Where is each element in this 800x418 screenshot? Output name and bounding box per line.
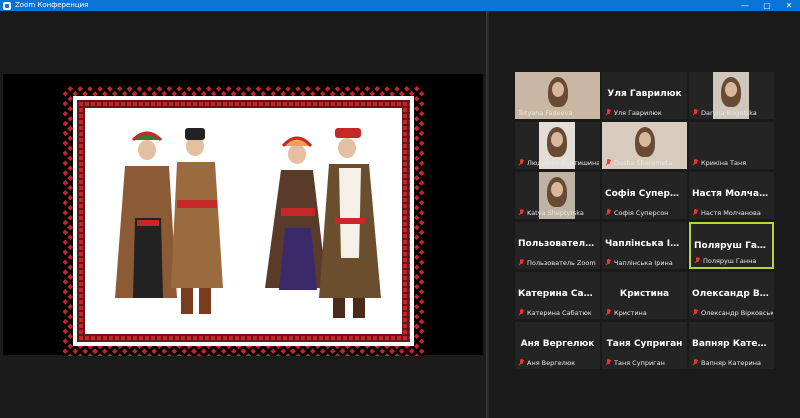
participant-name-label: Уля Гаврилюк xyxy=(614,109,662,117)
participant-tile[interactable]: Софія Суперсон Софія Суперсон xyxy=(602,172,687,219)
muted-mic-icon xyxy=(605,209,611,216)
maximize-button[interactable]: ▢ xyxy=(756,0,778,11)
zoom-app-icon xyxy=(3,1,11,10)
muted-mic-icon xyxy=(692,209,698,216)
folk-costume-illustration xyxy=(85,108,402,334)
participant-name-label: Таня Суприган xyxy=(614,359,665,367)
participant-face xyxy=(725,82,737,97)
participant-tile[interactable]: Аня Вергелюк Аня Вергелюк xyxy=(515,322,600,369)
close-button[interactable]: ✕ xyxy=(778,0,800,11)
participant-name-label: Пользователь Zoom xyxy=(527,259,596,267)
muted-mic-icon xyxy=(692,359,698,366)
participant-name-label: Dasha Sheremeta xyxy=(614,159,673,167)
participant-name-label: Чаплінська Ірина xyxy=(614,259,673,267)
participant-tile[interactable]: Dasha Sheremeta xyxy=(602,122,687,169)
muted-mic-icon xyxy=(605,159,611,166)
participant-name-label: Кристина xyxy=(614,309,647,317)
participant-display-name: Олександр Вірковський xyxy=(692,289,774,299)
participant-name-label: Софія Суперсон xyxy=(614,209,669,217)
participant-display-name: Поляруш Ганна xyxy=(694,241,772,251)
window-titlebar: Zoom Конференция — ▢ ✕ xyxy=(0,0,800,11)
participant-tile[interactable]: Катерина Сабатюк Катерина Сабатюк xyxy=(515,272,600,319)
participant-name-label: Tetyana Fadeeva xyxy=(518,109,573,117)
participant-tile[interactable]: Поляруш Ганна Поляруш Ганна xyxy=(689,222,774,269)
participant-tile[interactable]: Крикіна Таня xyxy=(689,122,774,169)
muted-mic-icon xyxy=(605,109,611,116)
participant-face xyxy=(551,182,563,197)
participant-name-label: Крикіна Таня xyxy=(701,159,747,167)
participant-display-name: Настя Молчанова xyxy=(692,189,774,199)
participant-display-name: Вапняр Катерина xyxy=(692,339,774,349)
muted-mic-icon xyxy=(692,159,698,166)
participant-display-name: Аня Вергелюк xyxy=(520,339,595,349)
minimize-button[interactable]: — xyxy=(734,0,756,11)
participant-name-label: Аня Вергелюк xyxy=(527,359,576,367)
participant-tile[interactable]: Людмила Войтишина xyxy=(515,122,600,169)
window-title: Zoom Конференция xyxy=(15,1,89,9)
participant-name-label: Людмила Войтишина xyxy=(527,159,599,167)
participant-display-name: Кристина xyxy=(619,289,670,299)
participant-tile[interactable]: Таня Суприган Таня Суприган xyxy=(602,322,687,369)
participant-face xyxy=(551,82,564,97)
participant-tile[interactable]: Настя Молчанова Настя Молчанова xyxy=(689,172,774,219)
participant-tile[interactable]: Пользователь Zoom Пользователь Zoom xyxy=(515,222,600,269)
participant-tile[interactable]: Уля Гаврилюк Уля Гаврилюк xyxy=(602,72,687,119)
muted-mic-icon xyxy=(518,359,524,366)
panel-divider[interactable] xyxy=(486,11,489,418)
participant-display-name: Чаплінська Ірина xyxy=(605,239,687,249)
folk-figures-drawing xyxy=(115,128,381,318)
muted-mic-icon xyxy=(605,359,611,366)
participant-name-label: Катерина Сабатюк xyxy=(527,309,592,317)
muted-mic-icon xyxy=(692,109,698,116)
participant-tile[interactable]: Олександр Вірковський Олександр Вірковськ… xyxy=(689,272,774,319)
muted-mic-icon xyxy=(692,309,698,316)
participant-name-label: Настя Молчанова xyxy=(701,209,761,217)
participant-tile[interactable]: Tetyana Fadeeva xyxy=(515,72,600,119)
participant-tile[interactable]: Katya Sheptytska xyxy=(515,172,600,219)
muted-mic-icon xyxy=(605,259,611,266)
muted-mic-icon xyxy=(694,257,700,264)
participant-face xyxy=(638,132,651,147)
participant-display-name: Катерина Сабатюк xyxy=(518,289,600,299)
muted-mic-icon xyxy=(518,209,524,216)
shared-image-ukrainian-folk-costumes xyxy=(63,86,424,356)
muted-mic-icon xyxy=(518,309,524,316)
participant-name-label: Вапняр Катерина xyxy=(701,359,762,367)
participant-display-name: Софія Суперсон xyxy=(605,189,687,199)
participant-tile[interactable]: Вапняр Катерина Вапняр Катерина xyxy=(689,322,774,369)
participant-name-label: Katya Sheptytska xyxy=(527,209,584,217)
participant-display-name: Пользователь Zoom xyxy=(518,239,600,249)
participant-display-name: Таня Суприган xyxy=(606,339,683,349)
participant-tile[interactable]: Daryna Bogotska xyxy=(689,72,774,119)
participant-name-label: Daryna Bogotska xyxy=(701,109,757,117)
muted-mic-icon xyxy=(518,259,524,266)
participant-tile[interactable]: Кристина Кристина xyxy=(602,272,687,319)
participant-name-label: Поляруш Ганна xyxy=(703,257,757,265)
muted-mic-icon xyxy=(518,159,524,166)
participant-face xyxy=(551,132,563,147)
muted-mic-icon xyxy=(605,309,611,316)
participant-display-name: Уля Гаврилюк xyxy=(607,89,682,99)
participant-name-label: Олександр Вірковський xyxy=(701,309,773,317)
participant-tile[interactable]: Чаплінська Ірина Чаплінська Ірина xyxy=(602,222,687,269)
